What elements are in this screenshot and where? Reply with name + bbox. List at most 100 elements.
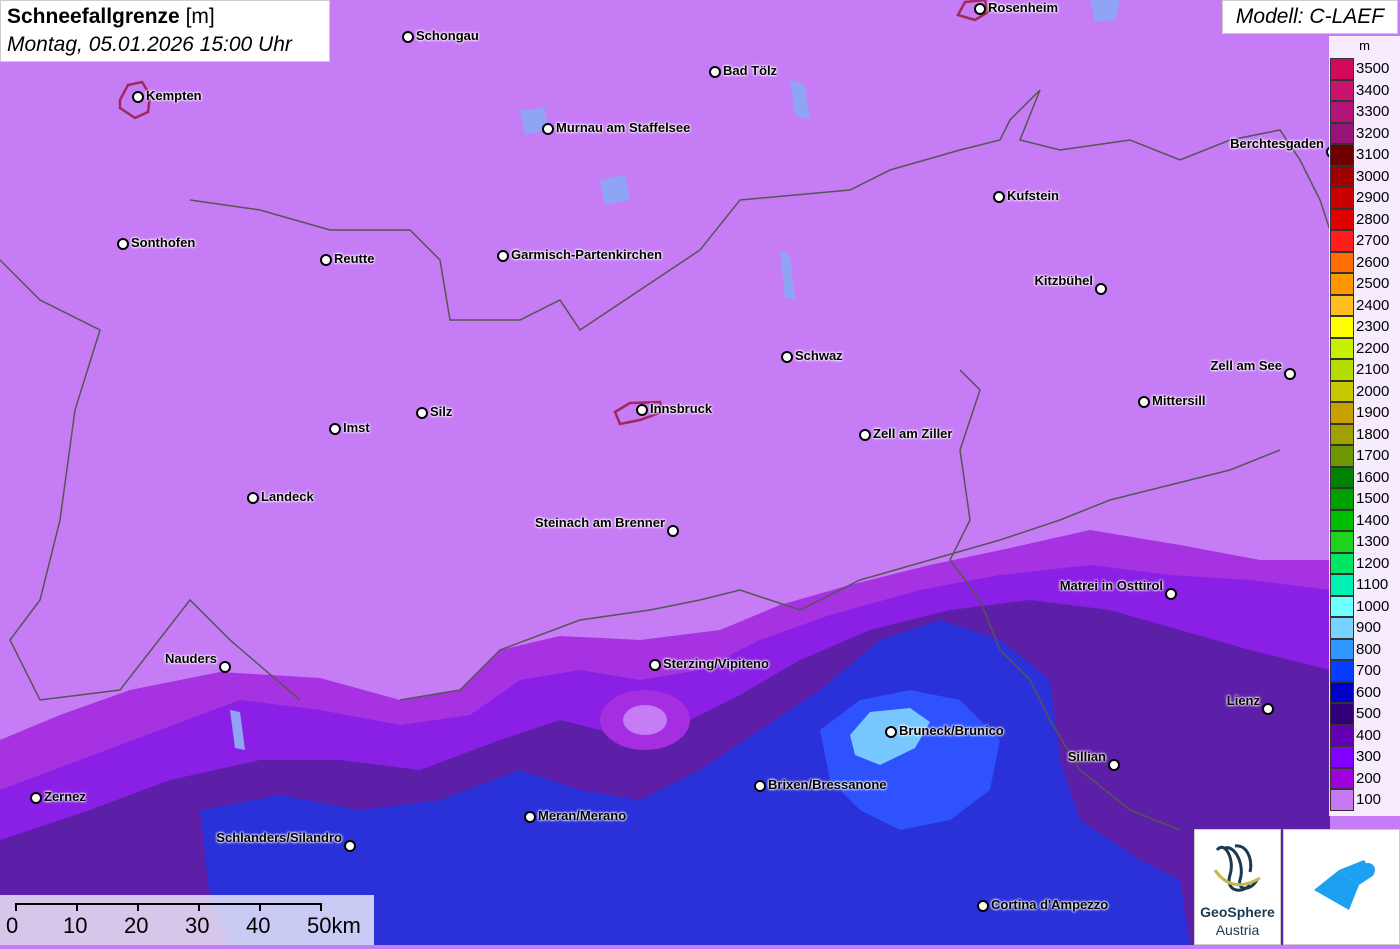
legend-label: 100 xyxy=(1356,791,1382,808)
city-label: Kitzbühel xyxy=(1034,273,1094,288)
color-legend: m 3500 3400 3300 3200 3100 3000 2900 2800 2700 26… xyxy=(1329,36,1400,816)
city-label: Meran/Merano xyxy=(538,808,627,823)
city-label: Bruneck/Brunico xyxy=(899,723,1004,738)
legend-row: 2600 xyxy=(1330,251,1400,273)
legend-swatch xyxy=(1330,746,1354,768)
city-marker[interactable] xyxy=(709,66,721,78)
geosphere-sub: Austria xyxy=(1215,922,1260,938)
map-title-unit: [m] xyxy=(185,5,215,28)
legend-label: 3000 xyxy=(1356,167,1390,185)
geosphere-logo[interactable]: GeoSphere Austria xyxy=(1194,829,1281,945)
legend-row: 3200 xyxy=(1330,122,1400,144)
city-marker[interactable] xyxy=(524,811,536,823)
city-label: Bad Tölz xyxy=(723,63,778,78)
city-label: Silz xyxy=(430,404,453,419)
legend-swatch xyxy=(1330,58,1354,80)
city-marker[interactable] xyxy=(993,191,1005,203)
legend-row: 3500 xyxy=(1330,58,1400,80)
legend-row: 1700 xyxy=(1330,445,1400,467)
city-marker[interactable] xyxy=(781,351,793,363)
city-label: Schwaz xyxy=(795,348,843,363)
legend-swatch xyxy=(1330,230,1354,252)
city-marker[interactable] xyxy=(1138,396,1150,408)
city-marker[interactable] xyxy=(329,423,341,435)
legend-swatch xyxy=(1330,187,1354,209)
city-marker[interactable] xyxy=(667,525,679,537)
city-marker[interactable] xyxy=(497,250,509,262)
legend-label: 2500 xyxy=(1356,275,1390,292)
city-marker[interactable] xyxy=(754,780,766,792)
city-marker[interactable] xyxy=(117,238,129,250)
city-marker[interactable] xyxy=(402,31,414,43)
city-marker[interactable] xyxy=(344,840,356,852)
scale-label: 30 xyxy=(185,913,210,938)
legend-label: 1800 xyxy=(1356,425,1390,443)
legend-row: 200 xyxy=(1330,767,1400,789)
legend-label: 200 xyxy=(1356,769,1382,787)
scale-tick xyxy=(76,903,78,911)
city-marker[interactable] xyxy=(859,429,871,441)
city-marker[interactable] xyxy=(1262,703,1274,715)
city-marker[interactable] xyxy=(1108,759,1120,771)
city-label: Zell am See xyxy=(1210,358,1282,373)
snowfall-map[interactable] xyxy=(0,0,1400,945)
legend-label: 2800 xyxy=(1356,210,1390,228)
city-marker[interactable] xyxy=(977,900,989,912)
city-marker[interactable] xyxy=(219,661,231,673)
legend-swatch xyxy=(1330,466,1354,488)
city-label: Steinach am Brenner xyxy=(534,515,665,530)
legend-swatch xyxy=(1330,660,1354,682)
weather-app-logo[interactable] xyxy=(1283,829,1400,945)
legend-swatch xyxy=(1330,531,1354,553)
city-marker[interactable] xyxy=(542,123,554,135)
legend-label: 2000 xyxy=(1356,382,1390,400)
scale-label: 50km xyxy=(307,913,361,938)
legend-row: 700 xyxy=(1330,660,1400,682)
legend-row: 1000 xyxy=(1330,595,1400,617)
legend-label: 1700 xyxy=(1356,447,1390,464)
legend-swatch xyxy=(1330,767,1354,789)
legend-label: 500 xyxy=(1356,705,1382,722)
city-marker[interactable] xyxy=(416,407,428,419)
city-marker[interactable] xyxy=(30,792,42,804)
scale-label: 10 xyxy=(63,913,88,938)
city-marker[interactable] xyxy=(649,659,661,671)
legend-row: 2700 xyxy=(1330,230,1400,252)
city-marker[interactable] xyxy=(636,404,648,416)
city-label: Rosenheim xyxy=(988,0,1059,15)
scale-tick xyxy=(320,903,322,911)
scale-tick xyxy=(198,903,200,911)
city-marker[interactable] xyxy=(1284,368,1296,380)
legend-swatch xyxy=(1330,617,1354,639)
city-marker[interactable] xyxy=(320,254,332,266)
legend-swatch xyxy=(1330,144,1354,166)
city-label: Sillian xyxy=(1067,749,1106,764)
legend-label: 2700 xyxy=(1356,232,1390,249)
zone-hole-sterzing-inner xyxy=(623,705,667,735)
city-marker[interactable] xyxy=(247,492,259,504)
scale-tick xyxy=(137,903,139,911)
legend-row: 1200 xyxy=(1330,552,1400,574)
city-marker[interactable] xyxy=(1095,283,1107,295)
legend-label: 1000 xyxy=(1356,597,1390,615)
legend-row: 1400 xyxy=(1330,509,1400,531)
legend-row: 2500 xyxy=(1330,273,1400,295)
legend-label: 2400 xyxy=(1356,296,1390,314)
city-marker[interactable] xyxy=(132,91,144,103)
legend-swatch xyxy=(1330,165,1354,187)
city-label: Sonthofen xyxy=(131,235,196,250)
city-marker[interactable] xyxy=(974,3,986,15)
legend-row: 3300 xyxy=(1330,101,1400,123)
legend-swatch xyxy=(1330,445,1354,467)
city-marker[interactable] xyxy=(885,726,897,738)
scale-bar: 0 10 20 30 40 50km xyxy=(0,895,374,945)
legend-label: 3100 xyxy=(1356,146,1390,163)
legend-label: 3400 xyxy=(1356,81,1390,99)
legend-swatch xyxy=(1330,79,1354,101)
legend-label: 2200 xyxy=(1356,339,1390,357)
city-label: Schlanders/Silandro xyxy=(216,830,342,845)
scale-line xyxy=(15,903,321,905)
city-marker[interactable] xyxy=(1165,588,1177,600)
legend-row: 2400 xyxy=(1330,294,1400,316)
legend-label: 1300 xyxy=(1356,533,1390,550)
